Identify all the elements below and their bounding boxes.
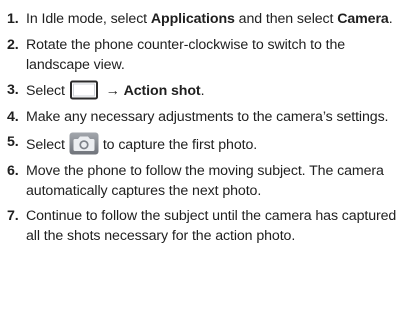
camera-shutter-icon xyxy=(69,132,99,155)
step-number: 1. xyxy=(7,11,19,27)
step-3: 3. Select → Action shot. xyxy=(7,80,412,101)
step-number: 5. xyxy=(7,134,19,150)
shooting-mode-icon xyxy=(69,80,98,100)
step-text: Make any necessary adjustments to the ca… xyxy=(26,108,389,125)
step-number: 2. xyxy=(7,36,19,53)
step-number: 3. xyxy=(7,82,19,98)
step-text: Rotate the phone counter-clockwise to sw… xyxy=(26,36,346,73)
step-number: 4. xyxy=(7,108,19,125)
step-number: 7. xyxy=(7,208,19,224)
step-text: Continue to follow the subject until the… xyxy=(26,208,397,244)
applications-label: Applications xyxy=(150,11,235,27)
camera-label: Camera xyxy=(337,11,389,27)
step-1: 1. In Idle mode, select Applications and… xyxy=(7,9,412,29)
step-5: 5. Select to capture the first photo. xyxy=(7,132,412,155)
step-4: 4. Make any necessary adjustments to the… xyxy=(7,107,412,127)
step-text: Select → Action shot. xyxy=(26,80,412,101)
action-shot-label: Action shot xyxy=(123,83,201,99)
step-7: 7. Continue to follow the subject until … xyxy=(7,206,412,246)
step-text: Select to capture the first photo. xyxy=(26,132,412,155)
step-2: 2. Rotate the phone counter-clockwise to… xyxy=(7,35,412,75)
step-text: Move the phone to follow the moving subj… xyxy=(26,162,384,199)
instruction-steps: 1. In Idle mode, select Applications and… xyxy=(7,9,412,252)
step-number: 6. xyxy=(7,162,19,179)
step-text: In Idle mode, select Applications and th… xyxy=(26,11,393,27)
step-6: 6. Move the phone to follow the moving s… xyxy=(7,161,412,201)
